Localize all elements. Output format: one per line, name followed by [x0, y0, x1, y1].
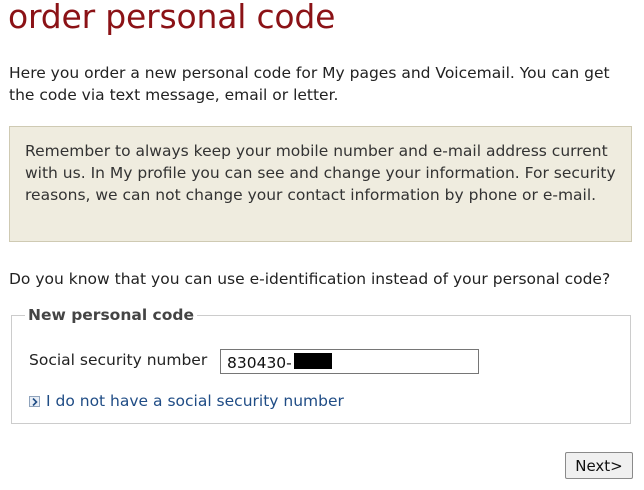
redacted-digits [294, 353, 332, 369]
ssn-input[interactable] [221, 350, 478, 373]
contact-info-notice: Remember to always keep your mobile numb… [9, 126, 632, 242]
no-ssn-link[interactable]: I do not have a social security number [29, 392, 344, 410]
no-ssn-link-label: I do not have a social security number [46, 392, 344, 410]
ssn-label: Social security number [29, 351, 208, 369]
intro-text: Here you order a new personal code for M… [9, 64, 610, 104]
form-legend: New personal code [28, 306, 194, 324]
arrow-right-icon [29, 395, 40, 407]
next-button[interactable]: Next> [565, 452, 633, 479]
new-personal-code-form: New personal code Social security number… [11, 306, 631, 424]
page-title: order personal code [8, 0, 336, 36]
e-identification-question: Do you know that you can use e-identific… [9, 270, 611, 288]
notice-text: Remember to always keep your mobile numb… [25, 142, 616, 204]
ssn-field-wrapper [220, 349, 479, 374]
